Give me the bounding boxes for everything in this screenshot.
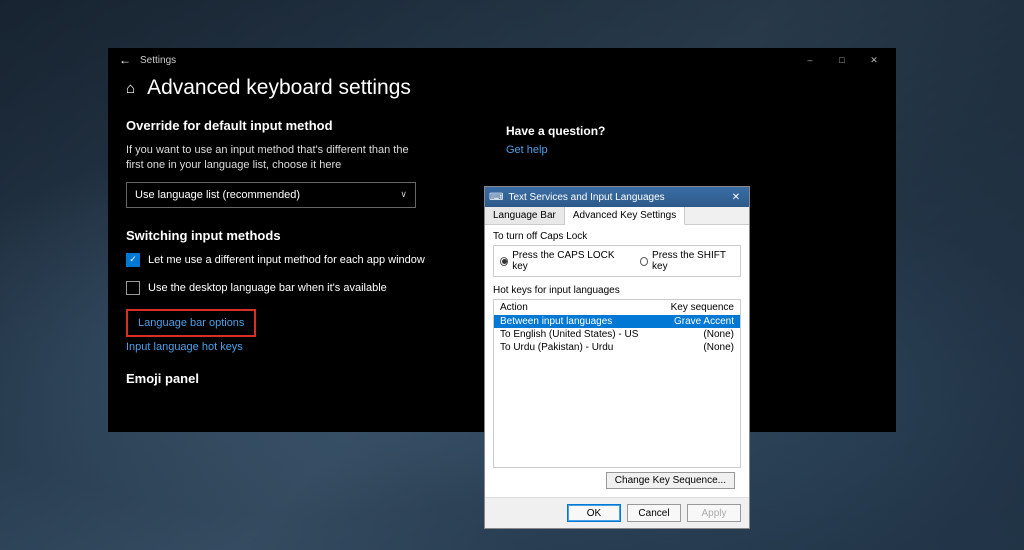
window-title: Settings	[136, 55, 794, 66]
dialog-footer: OK Cancel Apply	[485, 497, 749, 528]
hotkey-actions: Change Key Sequence...	[493, 468, 741, 491]
hotkeys-listbox: Action Key sequence Between input langua…	[493, 299, 741, 468]
col-key-sequence: Key sequence	[658, 302, 734, 313]
hotkey-row[interactable]: To English (United States) - US (None)	[494, 328, 740, 341]
input-language-hotkeys-link[interactable]: Input language hot keys	[126, 341, 466, 353]
dialog-titlebar[interactable]: ⌨ Text Services and Input Languages ✕	[485, 187, 749, 207]
radio-icon	[500, 257, 508, 266]
home-icon[interactable]: ⌂	[126, 80, 135, 97]
checkbox-per-app-window[interactable]: ✓ Let me use a different input method fo…	[126, 253, 466, 267]
text-services-dialog: ⌨ Text Services and Input Languages ✕ La…	[484, 186, 750, 529]
col-action: Action	[500, 302, 658, 313]
back-button[interactable]: ←	[114, 53, 136, 67]
checkbox-label: Let me use a different input method for …	[148, 254, 425, 266]
help-heading: Have a question?	[506, 124, 878, 138]
radio-icon	[640, 257, 648, 266]
hotkey-row[interactable]: Between input languages Grave Accent	[494, 315, 740, 328]
dialog-tabs: Language Bar Advanced Key Settings	[485, 207, 749, 225]
tab-language-bar[interactable]: Language Bar	[485, 207, 565, 224]
close-button[interactable]: ✕	[858, 49, 890, 71]
hotkeys-list[interactable]: Between input languages Grave Accent To …	[494, 315, 740, 467]
hotkey-action: To English (United States) - US	[500, 329, 658, 340]
checkbox-icon: ✓	[126, 253, 140, 267]
page-title: Advanced keyboard settings	[147, 76, 411, 100]
switching-heading: Switching input methods	[126, 228, 466, 243]
dropdown-value: Use language list (recommended)	[135, 189, 300, 201]
radio-label: Press the CAPS LOCK key	[512, 250, 620, 272]
window-controls: – □ ✕	[794, 49, 890, 71]
apply-button: Apply	[687, 504, 741, 522]
change-key-sequence-button[interactable]: Change Key Sequence...	[606, 472, 735, 489]
dialog-keyboard-icon: ⌨	[489, 192, 503, 203]
hotkey-sequence: (None)	[658, 329, 734, 340]
checkbox-icon	[126, 281, 140, 295]
radio-label: Press the SHIFT key	[652, 250, 734, 272]
input-method-dropdown[interactable]: Use language list (recommended) ∨	[126, 182, 416, 208]
cancel-button[interactable]: Cancel	[627, 504, 681, 522]
maximize-button[interactable]: □	[826, 49, 858, 71]
checkbox-desktop-langbar[interactable]: Use the desktop language bar when it's a…	[126, 281, 466, 295]
tab-advanced-key-settings[interactable]: Advanced Key Settings	[565, 207, 685, 225]
settings-titlebar: ← Settings – □ ✕	[108, 48, 896, 72]
hotkeys-group-label: Hot keys for input languages	[493, 285, 741, 296]
hotkey-action: To Urdu (Pakistan) - Urdu	[500, 342, 658, 353]
capslock-group-label: To turn off Caps Lock	[493, 231, 741, 242]
dialog-body: To turn off Caps Lock Press the CAPS LOC…	[485, 225, 749, 497]
dialog-close-button[interactable]: ✕	[727, 192, 745, 203]
language-bar-options-link[interactable]: Language bar options	[138, 317, 244, 329]
chevron-down-icon: ∨	[400, 189, 407, 200]
radio-shift-key[interactable]: Press the SHIFT key	[640, 250, 734, 272]
hotkeys-header: Action Key sequence	[494, 300, 740, 315]
settings-left-column: Override for default input method If you…	[126, 118, 466, 396]
hotkey-sequence: (None)	[658, 342, 734, 353]
capslock-radio-group: Press the CAPS LOCK key Press the SHIFT …	[493, 245, 741, 277]
radio-capslock-key[interactable]: Press the CAPS LOCK key	[500, 250, 620, 272]
override-heading: Override for default input method	[126, 118, 466, 133]
minimize-button[interactable]: –	[794, 49, 826, 71]
language-bar-options-highlight: Language bar options	[126, 309, 256, 337]
hotkey-action: Between input languages	[500, 316, 658, 327]
dialog-title: Text Services and Input Languages	[508, 192, 727, 203]
override-description: If you want to use an input method that'…	[126, 143, 426, 174]
hotkey-sequence: Grave Accent	[658, 316, 734, 327]
emoji-heading: Emoji panel	[126, 371, 466, 386]
page-header: ⌂ Advanced keyboard settings	[126, 76, 878, 100]
ok-button[interactable]: OK	[567, 504, 621, 522]
checkbox-label: Use the desktop language bar when it's a…	[148, 282, 387, 294]
get-help-link[interactable]: Get help	[506, 144, 878, 156]
hotkey-row[interactable]: To Urdu (Pakistan) - Urdu (None)	[494, 341, 740, 354]
